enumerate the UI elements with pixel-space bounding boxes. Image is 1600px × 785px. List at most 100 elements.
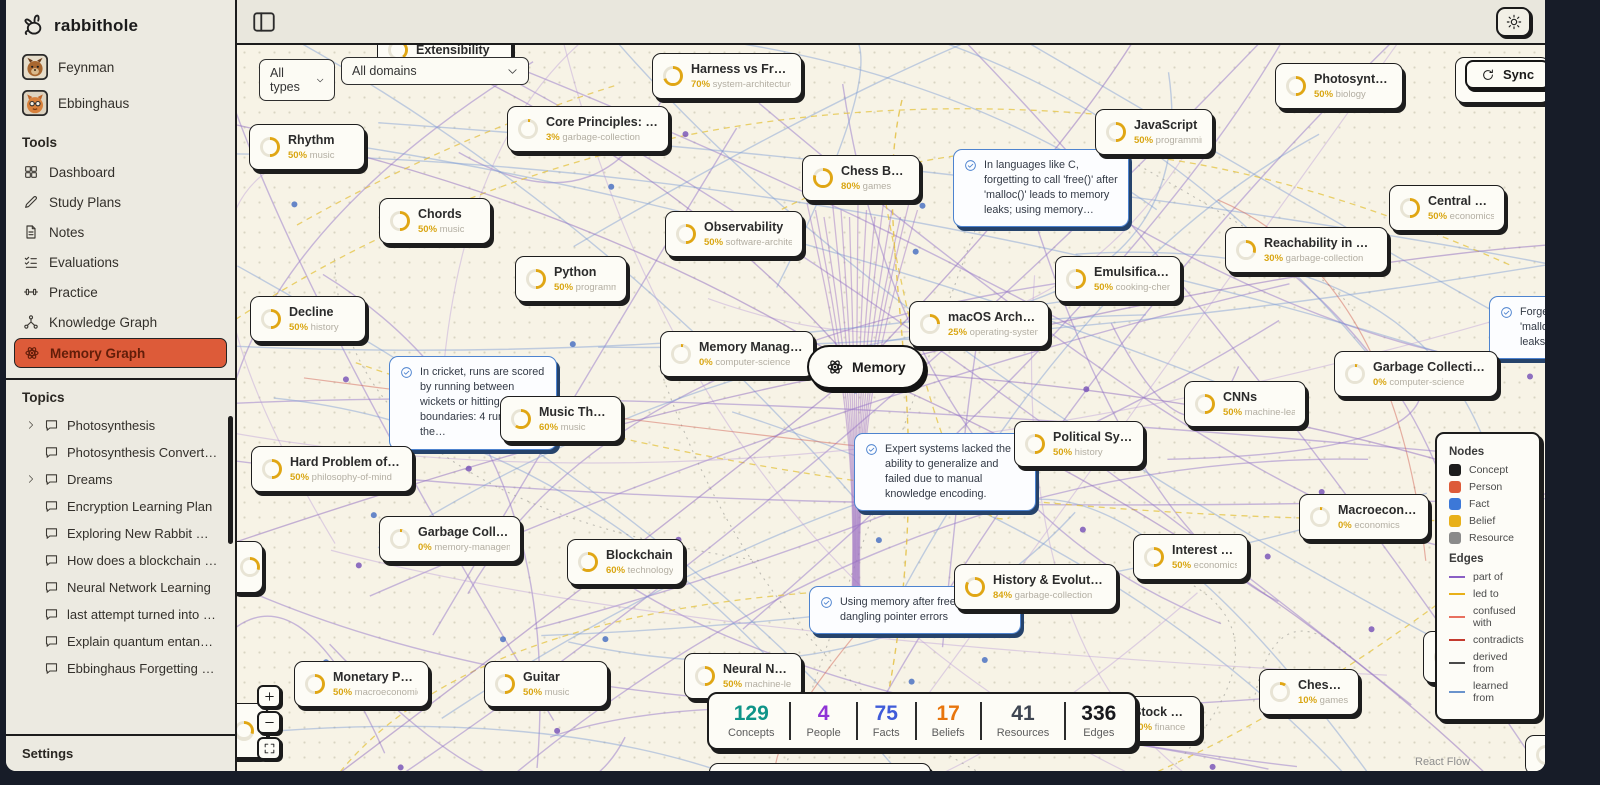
node-meta: 50% programming xyxy=(554,282,616,293)
graph-node-javascript[interactable]: JavaScript 50% programming xyxy=(1095,109,1213,155)
graph-node-central-banks[interactable]: Central Banks 50% economics xyxy=(1389,185,1505,231)
graph-node-history-evolution-of[interactable]: History & Evolution of … 84% garbage-coll… xyxy=(954,564,1117,610)
node-progress: 0% xyxy=(1373,377,1387,388)
graph-node-harness-vs-framework[interactable]: Harness vs Framework 70% system-architect… xyxy=(652,53,802,99)
graph-node-a[interactable]: a… xyxy=(237,541,263,593)
topic-item[interactable]: How does a blockchain w… xyxy=(14,547,227,573)
graph-node-chords[interactable]: Chords 50% music xyxy=(379,198,491,244)
node-meta: 0% memory-management xyxy=(418,542,510,553)
type-filter-dropdown[interactable]: All types xyxy=(259,59,335,101)
graph-node-memory-management[interactable]: Memory Management 0% computer-science xyxy=(660,331,814,377)
graph-node-observability[interactable]: Observability 50% software-architecture xyxy=(665,211,803,257)
sidebar-toggle-icon[interactable] xyxy=(251,9,277,35)
graph-node-chess-rules[interactable]: Chess Rules 10% games xyxy=(1259,669,1359,715)
graph-node-interest-rates[interactable]: Interest Rates 50% economics xyxy=(1133,534,1248,580)
node-title: CNNs xyxy=(1223,390,1258,404)
graph-node-emulsification[interactable]: Emulsification 50% cooking-chemistry xyxy=(1055,256,1181,302)
progress-ring-icon xyxy=(390,211,410,231)
sync-button[interactable]: Sync xyxy=(1465,60,1545,89)
topics-scrollbar[interactable] xyxy=(228,416,233,544)
node-domain: macroeconomics xyxy=(354,687,418,698)
graph-node-chess-basics[interactable]: Chess Basics 80% games xyxy=(802,155,920,201)
node-title: Chess Basics xyxy=(841,164,909,178)
progress-ring-icon xyxy=(1106,122,1126,142)
graph-node-garbage-collection-fu[interactable]: Garbage Collection Fu… 0% computer-scienc… xyxy=(1334,351,1498,397)
domain-filter-dropdown[interactable]: All domains xyxy=(341,57,529,85)
graph-node-hard-problem-of-cons[interactable]: Hard Problem of Cons… 50% philosophy-of-m… xyxy=(251,446,413,492)
zoom-out-button[interactable] xyxy=(257,711,281,734)
topic-item[interactable]: Explain quantum entangle… xyxy=(14,628,227,654)
graph-node-decline[interactable]: Decline 50% history xyxy=(250,296,366,342)
sidebar-item-practice[interactable]: Practice xyxy=(14,278,227,306)
chevron-right-icon[interactable] xyxy=(26,420,36,430)
sun-icon xyxy=(1506,14,1522,30)
node-progress: 50% xyxy=(290,472,310,483)
graph-node-guitar[interactable]: Guitar 50% music xyxy=(484,661,608,707)
react-flow-attribution[interactable]: React Flow xyxy=(1415,756,1470,768)
graph-node-reachability-in-garba[interactable]: Reachability in Garba… 30% garbage-collec… xyxy=(1225,227,1388,273)
node-domain: garbage-collection xyxy=(1285,253,1364,264)
memory-graph-canvas[interactable]: All types All domains Sync Extensibility… xyxy=(237,45,1545,771)
zoom-in-button[interactable] xyxy=(257,685,281,708)
graph-note[interactable]: Expert systems lacked the ability to gen… xyxy=(854,433,1036,512)
topic-item[interactable]: Dreams xyxy=(14,466,227,492)
graph-node-rhythm[interactable]: Rhythm 50% music xyxy=(249,124,365,170)
graph-node-macos-architecture[interactable]: macOS Architecture 25% operating-systems xyxy=(909,301,1049,347)
topic-item[interactable]: Ebbinghaus Forgetting Cu… xyxy=(14,655,227,681)
graph-node-cnns[interactable]: CNNs 50% machine-learning xyxy=(1184,381,1306,427)
agent-ebbinghaus[interactable]: Ebbinghaus xyxy=(6,85,235,121)
node-domain: history xyxy=(1074,447,1103,458)
pencil-icon xyxy=(23,194,39,210)
graph-node-photosynthesis[interactable]: Photosynthesis 50% biology xyxy=(1275,63,1403,109)
graph-node[interactable] xyxy=(709,763,931,771)
progress-ring-icon xyxy=(920,314,940,334)
stat-label: Beliefs xyxy=(931,727,965,740)
sidebar-item-memory-graph[interactable]: Memory Graph xyxy=(14,338,227,368)
graph-node-music-theory[interactable]: Music Theory 60% music xyxy=(500,396,622,442)
sidebar-item-notes[interactable]: Notes xyxy=(14,218,227,246)
topic-item[interactable]: last attempt turned into a … xyxy=(14,601,227,627)
graph-note[interactable]: Forgetting 'malloc()' leaks. xyxy=(1489,296,1545,360)
fit-view-button[interactable] xyxy=(257,737,281,760)
checklist-icon xyxy=(23,254,39,270)
graph-node-core-principles-reach[interactable]: Core Principles: Reach… 3% garbage-collec… xyxy=(507,106,669,152)
graph-note[interactable]: In languages like C, forgetting to call … xyxy=(953,149,1129,228)
topic-item[interactable]: Neural Network Learning xyxy=(14,574,227,600)
topic-item[interactable]: Photosynthesis Converts … xyxy=(14,439,227,465)
topic-label: Photosynthesis Converts … xyxy=(67,444,218,460)
sidebar-item-study-plans[interactable]: Study Plans xyxy=(14,188,227,216)
graph-node-political-systems[interactable]: Political Systems 50% history xyxy=(1014,421,1144,467)
graph-node-blockchain[interactable]: Blockchain 60% technology xyxy=(567,539,684,585)
agent-feynman[interactable]: Feynman xyxy=(6,49,235,85)
node-meta: 50% biology xyxy=(1314,89,1392,100)
node-progress: 50% xyxy=(418,224,438,235)
chat-bubble-icon xyxy=(44,634,59,649)
progress-ring-icon xyxy=(305,674,325,694)
settings-button[interactable]: Settings xyxy=(6,734,235,771)
legend-label: Person xyxy=(1469,481,1503,493)
topic-item[interactable]: Photosynthesis xyxy=(14,412,227,438)
legend-edge-type: contradicts xyxy=(1449,634,1527,646)
progress-ring-icon xyxy=(663,66,683,86)
graph-node[interactable] xyxy=(1525,735,1545,771)
topic-item[interactable]: Exploring New Rabbit Hole… xyxy=(14,520,227,546)
node-meta: 3% garbage-collection xyxy=(546,132,658,143)
sidebar-item-evaluations[interactable]: Evaluations xyxy=(14,248,227,276)
graph-node-monetary-policy[interactable]: Monetary Policy 50% macroeconomics xyxy=(294,661,429,707)
topic-item[interactable]: Encryption Learning Plan xyxy=(14,493,227,519)
theme-toggle-button[interactable] xyxy=(1496,6,1531,37)
graph-node-python[interactable]: Python 50% programming xyxy=(515,256,627,302)
graph-node-garbage-collection[interactable]: Garbage Collection 0% memory-management xyxy=(379,516,521,562)
graph-node-macroeconomics[interactable]: Macroeconomics 0% economics xyxy=(1299,494,1429,540)
dashboard-icon xyxy=(23,164,39,180)
node-meta: 50% music xyxy=(288,150,335,161)
sidebar-item-dashboard[interactable]: Dashboard xyxy=(14,158,227,186)
center-node-memory[interactable]: Memory xyxy=(807,345,925,389)
atom-icon xyxy=(24,345,40,361)
rabbit-logo-icon xyxy=(20,13,46,39)
legend-label: Concept xyxy=(1469,464,1509,476)
sidebar-item-knowledge-graph[interactable]: Knowledge Graph xyxy=(14,308,227,336)
chevron-right-icon[interactable] xyxy=(26,474,36,484)
node-title: Political Systems xyxy=(1053,430,1133,444)
node-meta: 50% macroeconomics xyxy=(333,687,418,698)
